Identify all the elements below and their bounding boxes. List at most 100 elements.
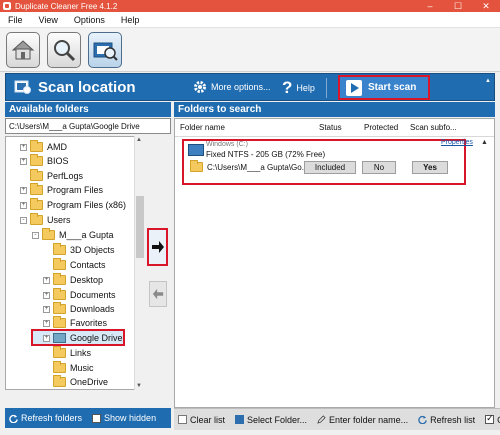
tree-item[interactable]: + AMD	[20, 140, 67, 154]
clear-list-icon	[178, 415, 187, 424]
menu-help[interactable]: Help	[113, 15, 148, 25]
menu-file[interactable]: File	[0, 15, 31, 25]
more-options-button[interactable]: More options...	[193, 80, 271, 94]
scroll-down-icon[interactable]: ▼	[136, 383, 142, 389]
column-scan-subfolders[interactable]: Scan subfo...	[410, 123, 457, 132]
tree-item[interactable]: - M___a Gupta	[32, 228, 114, 242]
scan-subfolders-cell[interactable]: Yes	[412, 161, 448, 174]
home-button[interactable]	[6, 32, 40, 68]
folder-icon	[30, 183, 43, 195]
group-checkbox[interactable]	[485, 413, 495, 424]
pencil-icon	[317, 415, 326, 424]
tree-item[interactable]: + Program Files (x86)	[20, 198, 126, 212]
app-icon	[3, 2, 11, 10]
tree-item-label: Desktop	[70, 275, 104, 285]
scan-location-icon	[14, 80, 31, 94]
expand-icon[interactable]: +	[20, 143, 27, 151]
help-button[interactable]: ? Help	[282, 78, 315, 98]
tree-item[interactable]: + Favorites	[43, 316, 107, 330]
select-folder-icon	[235, 415, 245, 424]
column-header-row: Folder name Status Protected Scan subfo.…	[175, 119, 494, 137]
scroll-up-icon[interactable]: ▲	[136, 137, 142, 143]
status-cell[interactable]: Included	[304, 161, 356, 174]
properties-link[interactable]: Properties	[441, 139, 473, 146]
tree-item[interactable]: Contacts	[43, 258, 106, 272]
clear-list-button[interactable]: Clear list	[174, 415, 225, 425]
column-status[interactable]: Status	[319, 123, 342, 132]
tree-item[interactable]: + Documents	[43, 288, 116, 302]
maximize-icon[interactable]: ☐	[444, 0, 472, 12]
protected-cell[interactable]: No	[362, 161, 396, 174]
tree-item[interactable]: + BIOS	[20, 154, 69, 168]
search-folder-row[interactable]: C:\Users\M___a Gupta\Go...	[190, 160, 309, 172]
expand-icon[interactable]: +	[20, 157, 27, 165]
chevron-up-icon[interactable]: ▲	[481, 139, 488, 146]
gear-icon	[194, 81, 206, 93]
expand-icon[interactable]: +	[43, 319, 50, 327]
help-icon: ?	[282, 78, 293, 97]
tree-item-label: Program Files (x86)	[47, 200, 127, 210]
help-label: Help	[296, 83, 315, 93]
minimize-icon[interactable]: –	[416, 0, 444, 12]
enter-folder-name-button[interactable]: Enter folder name...	[313, 415, 408, 425]
tree-item-label: Music	[70, 363, 94, 373]
expand-icon[interactable]: +	[20, 201, 27, 209]
group-toggle[interactable]: Gr	[481, 413, 500, 425]
tree-scrollbar[interactable]: ▲ ▼	[134, 136, 145, 390]
tree-item[interactable]: Music	[43, 361, 94, 375]
menu-view[interactable]: View	[31, 15, 66, 25]
tree-item[interactable]: + Desktop	[43, 273, 103, 287]
column-protected[interactable]: Protected	[364, 123, 398, 132]
tree-item[interactable]: + Downloads	[43, 302, 115, 316]
show-hidden-toggle[interactable]: Show hidden	[88, 413, 156, 423]
folder-path-field[interactable]: C:\Users\M___a Gupta\Google Drive	[5, 118, 171, 134]
tree-item-label: M___a Gupta	[59, 230, 114, 240]
tree-item[interactable]: + Program Files	[20, 183, 103, 197]
folder-icon	[30, 140, 43, 152]
folder-icon	[53, 302, 66, 314]
add-folder-button[interactable]	[147, 228, 168, 266]
folder-icon	[53, 375, 66, 387]
hard-drive-icon	[188, 144, 204, 156]
folder-icon	[30, 169, 43, 181]
page-title: Scan location	[38, 78, 136, 96]
tree-item[interactable]: Links	[43, 346, 91, 360]
expand-icon[interactable]: +	[43, 276, 50, 284]
tree-item-label: Links	[70, 348, 92, 358]
close-icon[interactable]: ✕	[472, 0, 500, 12]
folder-icon	[190, 160, 203, 172]
tree-item[interactable]: OneDrive	[43, 375, 108, 389]
scan-location-button[interactable]	[88, 32, 122, 68]
search-button[interactable]	[47, 32, 81, 68]
collapse-icon[interactable]: ▲	[485, 78, 491, 84]
expand-icon[interactable]: +	[43, 291, 50, 299]
available-folders-heading: Available folders	[5, 102, 171, 117]
folder-icon	[30, 213, 43, 225]
select-folder-button[interactable]: Select Folder...	[231, 415, 307, 425]
expand-icon[interactable]: +	[20, 186, 27, 194]
expand-icon[interactable]: +	[43, 334, 50, 342]
search-folder-path: C:\Users\M___a Gupta\Go...	[207, 162, 309, 172]
menu-options[interactable]: Options	[66, 15, 113, 25]
scrollbar-thumb[interactable]	[136, 196, 144, 258]
collapse-icon[interactable]: -	[32, 231, 39, 239]
start-scan-button[interactable]: Start scan	[338, 75, 430, 100]
collapse-icon[interactable]: -	[20, 216, 27, 224]
remove-folder-button[interactable]	[149, 281, 167, 307]
refresh-folders-button[interactable]: Refresh folders	[5, 413, 82, 423]
show-hidden-checkbox[interactable]	[92, 413, 102, 423]
tree-item-google-drive[interactable]: + Google Drive	[43, 331, 123, 345]
tree-item[interactable]: 3D Objects	[43, 243, 115, 257]
tree-item[interactable]: - Users	[20, 213, 71, 227]
expand-icon[interactable]: +	[43, 305, 50, 313]
title-bar: Duplicate Cleaner Free 4.1.2 – ☐ ✕	[0, 0, 500, 12]
tree-item[interactable]: PerfLogs	[20, 169, 83, 183]
window-title: Duplicate Cleaner Free 4.1.2	[15, 1, 118, 11]
google-drive-folder-icon	[53, 333, 66, 343]
column-folder-name[interactable]: Folder name	[180, 123, 225, 132]
folder-icon	[53, 361, 66, 373]
tree-item-label: BIOS	[47, 156, 69, 166]
selected-folder-group: Windows (C:) Fixed NTFS - 205 GB (72% Fr…	[182, 139, 466, 185]
refresh-list-button[interactable]: Refresh list	[414, 415, 475, 425]
more-options-label: More options...	[211, 82, 271, 92]
